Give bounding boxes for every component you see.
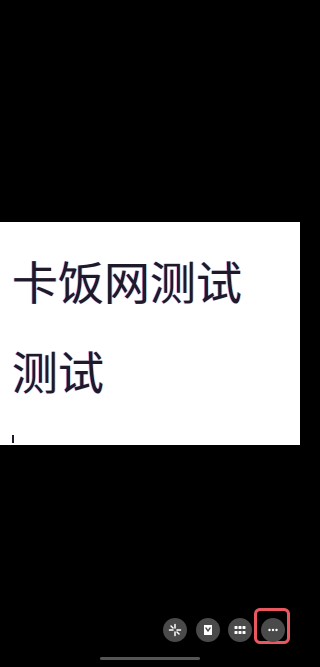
more-icon [268, 628, 278, 632]
sparkle-icon [168, 623, 182, 637]
image-text-line-1: 卡饭网测试 [12, 257, 242, 311]
download-button[interactable] [196, 618, 220, 642]
download-icon [204, 625, 212, 635]
more-button[interactable] [261, 618, 285, 642]
image-text-line-2: 测试 [12, 347, 104, 401]
sparkle-button[interactable] [163, 618, 187, 642]
grid-button[interactable] [228, 618, 252, 642]
image-content: 卡饭网测试 测试 [0, 222, 300, 445]
screen: 卡饭网测试 测试 [0, 0, 300, 667]
text-cursor [12, 435, 14, 443]
grid-icon [234, 626, 246, 634]
home-indicator[interactable] [100, 657, 200, 660]
bottom-toolbar [161, 608, 291, 646]
